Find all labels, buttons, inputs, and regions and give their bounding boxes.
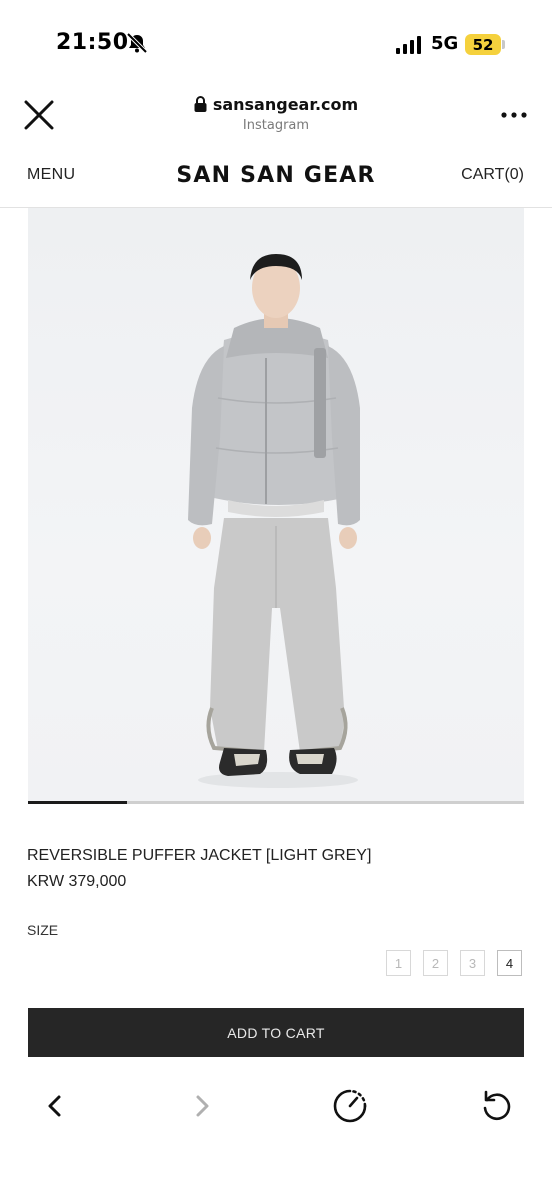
network-type: 5G xyxy=(431,33,459,54)
size-option-4[interactable]: 4 xyxy=(497,950,522,976)
close-icon[interactable] xyxy=(22,98,56,132)
size-option-2[interactable]: 2 xyxy=(423,950,448,976)
site-logo[interactable]: SAN SAN GEAR xyxy=(150,163,402,188)
bell-slash-icon xyxy=(126,32,148,54)
battery-indicator: 52 xyxy=(465,34,501,55)
menu-link[interactable]: MENU xyxy=(27,166,75,184)
reload-icon[interactable] xyxy=(477,1086,517,1126)
size-label: SIZE xyxy=(27,922,59,938)
status-time: 21:50 xyxy=(56,30,129,55)
product-name: REVERSIBLE PUFFER JACKET [LIGHT GREY] xyxy=(27,847,372,864)
more-icon[interactable] xyxy=(498,106,530,124)
signal-bars-icon xyxy=(396,36,421,54)
size-option-3[interactable]: 3 xyxy=(460,950,485,976)
url-source: Instagram xyxy=(242,118,310,133)
lock-icon xyxy=(194,96,207,112)
gallery-progress-fill xyxy=(28,801,127,804)
product-image[interactable] xyxy=(28,208,524,801)
back-icon[interactable] xyxy=(34,1086,74,1126)
url-domain: sansangear.com xyxy=(212,94,359,114)
compass-icon[interactable] xyxy=(330,1086,370,1126)
forward-icon[interactable] xyxy=(183,1086,223,1126)
url-display[interactable]: sansangear.com Instagram xyxy=(150,92,402,138)
product-price: KRW 379,000 xyxy=(27,873,127,890)
product-photo xyxy=(188,254,360,788)
battery-tip xyxy=(502,40,505,49)
cart-link[interactable]: CART(0) xyxy=(440,166,524,184)
size-option-1[interactable]: 1 xyxy=(386,950,411,976)
add-to-cart-button[interactable]: ADD TO CART xyxy=(28,1008,524,1057)
